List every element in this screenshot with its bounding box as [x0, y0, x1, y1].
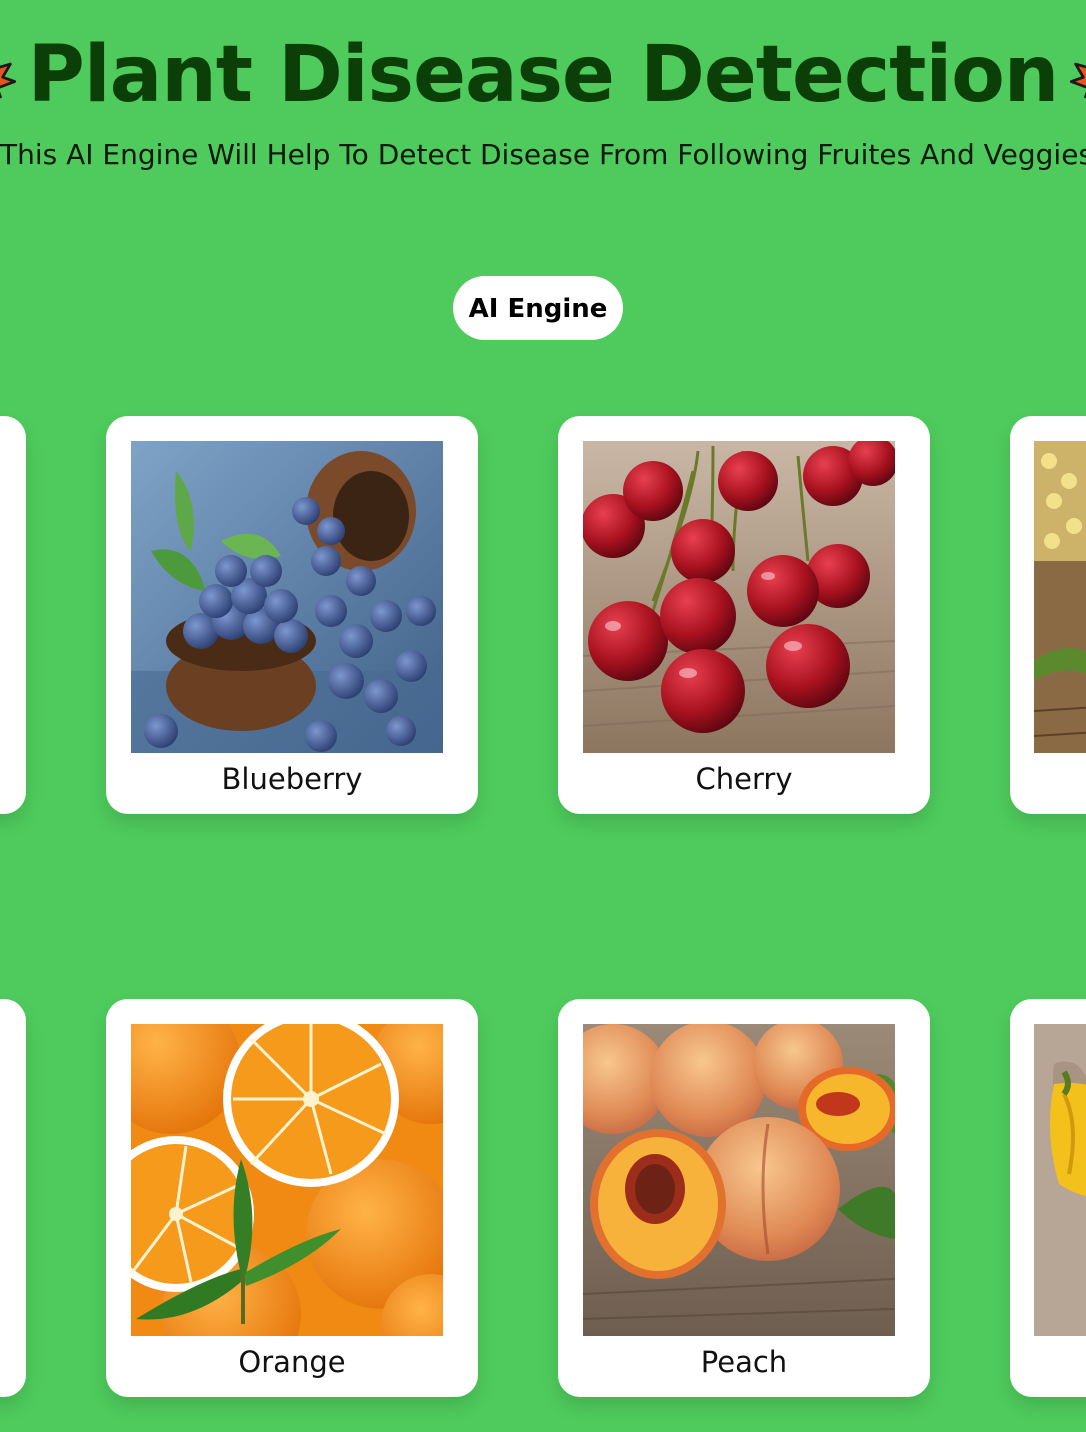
peach-image — [583, 1024, 895, 1336]
partial-card[interactable] — [1010, 416, 1086, 814]
card-label: Orange — [238, 1345, 346, 1379]
subtitle-text: This AI Engine Will Help To Detect Disea… — [0, 138, 1086, 171]
partial-card-image — [1034, 441, 1086, 753]
title-row: Plant Disease Detection — [0, 20, 1086, 130]
orange-image — [131, 1024, 443, 1336]
page-title: Plant Disease Detection — [27, 30, 1060, 120]
card-label: Blueberry — [221, 762, 363, 796]
ai-engine-button[interactable]: AI Engine — [453, 276, 623, 340]
maple-leaf-icon — [0, 62, 16, 99]
card-label: Cherry — [695, 762, 793, 796]
blueberry-image — [131, 441, 443, 753]
fruit-card-cherry[interactable]: Cherry — [558, 416, 930, 814]
fruit-card-peach[interactable]: Peach — [558, 999, 930, 1397]
page-header: Plant Disease Detection This AI Engine W… — [0, 0, 1086, 190]
fruit-card-blueberry[interactable]: Blueberry — [106, 416, 478, 814]
cherry-image — [583, 441, 895, 753]
fruit-card-orange[interactable]: Orange — [106, 999, 478, 1397]
maple-leaf-icon — [1070, 62, 1086, 99]
page-subtitle: This AI Engine Will Help To Detect Disea… — [0, 137, 1086, 173]
partial-card[interactable] — [0, 416, 26, 814]
partial-card[interactable] — [0, 999, 26, 1397]
card-label: Peach — [700, 1345, 788, 1379]
partial-card-image — [1034, 1024, 1086, 1336]
partial-card[interactable] — [1010, 999, 1086, 1397]
